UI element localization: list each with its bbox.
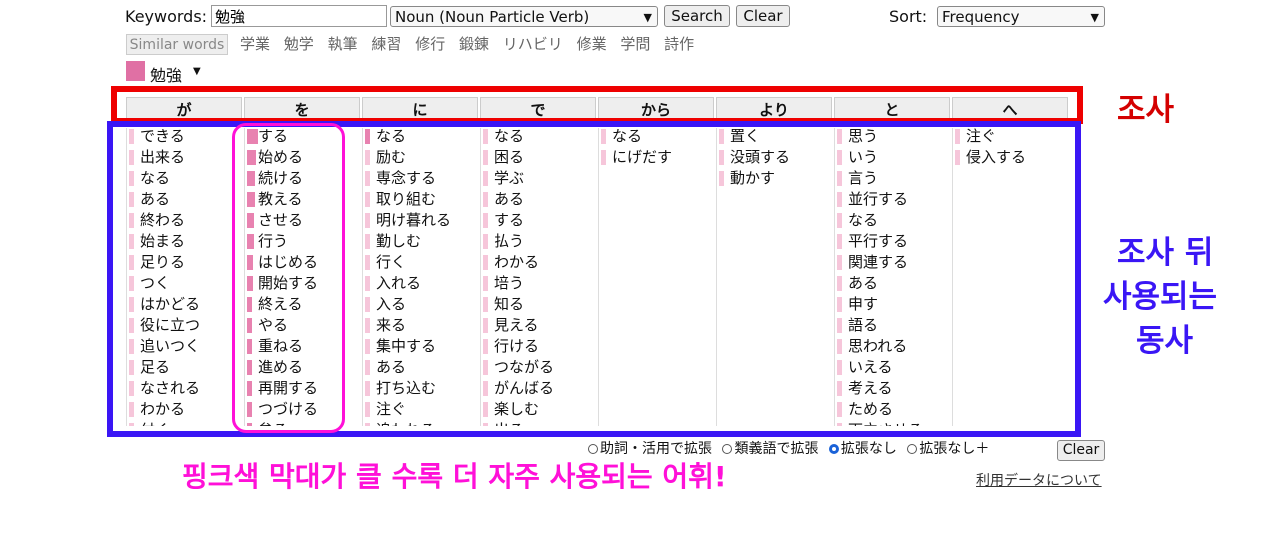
similar-word[interactable]: リハビリ: [503, 35, 563, 53]
expansion-options: 助詞・活用で拡張 類義語で拡張 拡張なし 拡張なし＋: [588, 440, 989, 458]
keywords-label: Keywords:: [125, 7, 208, 26]
search-button[interactable]: Search: [664, 5, 730, 27]
similar-word[interactable]: 勉学: [284, 35, 314, 53]
chevron-down-icon: ▼: [643, 11, 652, 24]
selected-word[interactable]: 勉強: [150, 62, 182, 86]
pos-select[interactable]: Noun (Noun Particle Verb) ▼: [390, 6, 658, 27]
caption-annotation: 핑크색 막대가 클 수록 더 자주 사용되는 어휘!: [182, 460, 727, 493]
radio-label: 拡張なし＋: [919, 441, 990, 457]
selected-word-color-swatch: [126, 61, 145, 81]
similar-word[interactable]: 学業: [240, 35, 270, 53]
similar-word[interactable]: 執筆: [328, 35, 358, 53]
caret-down-icon[interactable]: ▼: [193, 66, 201, 77]
sort-label: Sort:: [889, 7, 928, 26]
similar-word[interactable]: 鍛錬: [459, 35, 489, 53]
similar-word[interactable]: 詩作: [664, 35, 694, 53]
verb-annotation-line3: 동사: [1136, 323, 1194, 359]
similar-words-button[interactable]: Similar words: [126, 34, 228, 55]
radio-button[interactable]: [588, 444, 598, 454]
similar-word[interactable]: 学問: [620, 35, 650, 53]
clear-button[interactable]: Clear: [736, 5, 790, 27]
chevron-down-icon: ▼: [1090, 11, 1099, 24]
wo-column-highlight-box: [232, 123, 345, 433]
radio-label: 類義語で拡張: [734, 441, 819, 457]
verb-annotation-line2: 사용되는: [1103, 279, 1218, 315]
particle-annotation: 조사: [1117, 92, 1175, 128]
radio-label: 助詞・活用で拡張: [600, 441, 712, 457]
similar-word[interactable]: 練習: [371, 35, 401, 53]
particle-highlight-box: [111, 86, 1083, 124]
radio-button[interactable]: [722, 444, 733, 454]
similar-word[interactable]: 修業: [577, 35, 607, 53]
radio-button[interactable]: [907, 444, 918, 454]
options-clear-button[interactable]: Clear: [1057, 440, 1105, 461]
pos-select-value: Noun (Noun Particle Verb): [395, 8, 590, 26]
radio-label: 拡張なし: [840, 441, 897, 457]
keyword-input[interactable]: [211, 5, 387, 27]
similar-words-list: 学業 勉学 執筆 練習 修行 鍛錬 リハビリ 修業 学問 詩作: [240, 34, 703, 54]
radio-button-selected[interactable]: [828, 444, 839, 454]
verb-annotation-line1: 조사 뒤: [1117, 235, 1214, 271]
sort-select-value: Frequency: [942, 8, 1020, 26]
usage-data-link[interactable]: 利用データについて: [976, 470, 1102, 490]
similar-word[interactable]: 修行: [415, 35, 445, 53]
sort-select[interactable]: Frequency ▼: [937, 6, 1105, 27]
